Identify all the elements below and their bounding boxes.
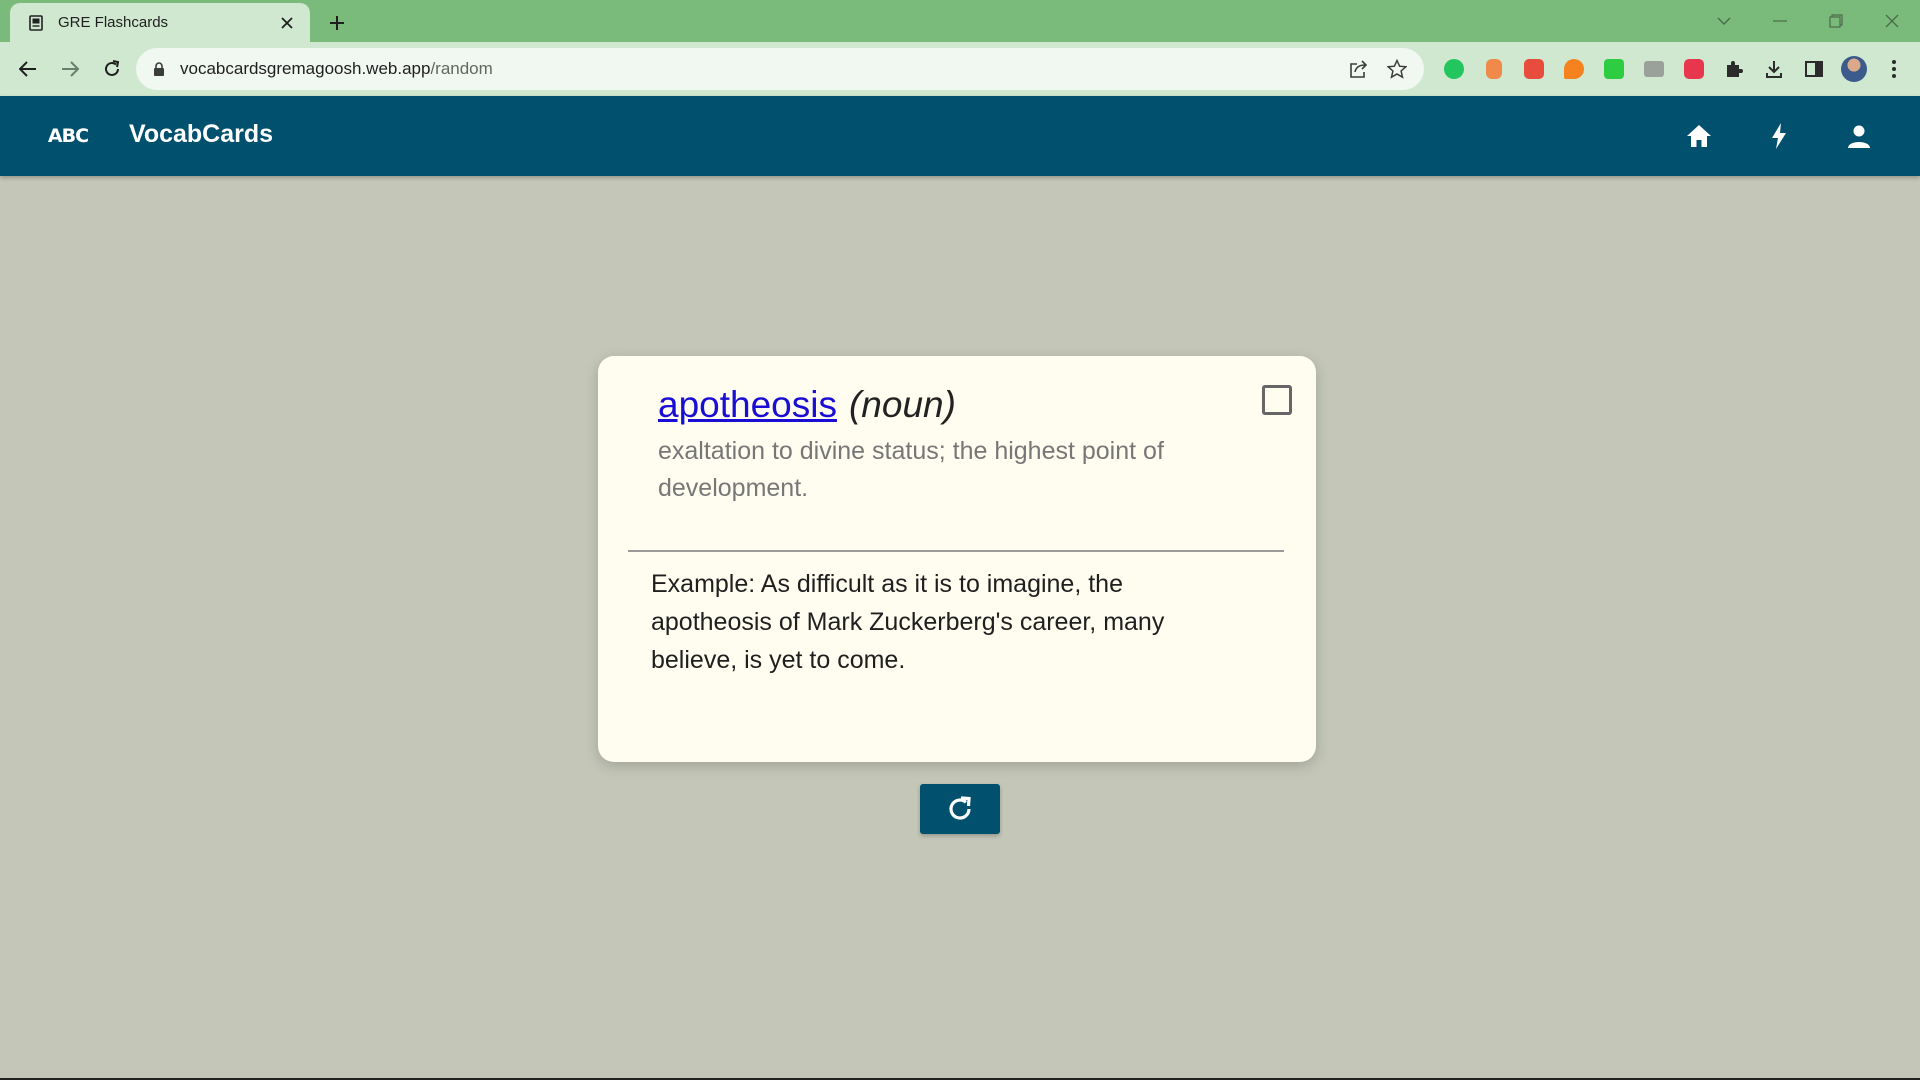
extensions-bar: [1434, 51, 1914, 87]
close-tab-icon[interactable]: [276, 12, 298, 34]
example-text: Example: As difficult as it is to imagin…: [651, 570, 1165, 674]
extension-4[interactable]: [1554, 51, 1594, 87]
browser-toolbar: vocabcardsgremagoosh.web.app/random: [0, 42, 1920, 96]
close-window-button[interactable]: [1864, 0, 1920, 42]
person-icon[interactable]: [1837, 114, 1881, 158]
known-checkbox[interactable]: [1262, 385, 1292, 415]
minimize-button[interactable]: [1752, 0, 1808, 42]
part-of-speech: (noun): [848, 384, 956, 425]
share-icon[interactable]: [1340, 50, 1378, 88]
browser-tab[interactable]: GRE Flashcards: [10, 3, 310, 42]
browser-tabstrip: GRE Flashcards: [0, 0, 1920, 42]
refresh-icon: [946, 795, 974, 823]
url-host: vocabcardsgremagoosh.web.app: [180, 59, 431, 78]
forward-arrow-icon[interactable]: [50, 49, 90, 89]
browser-menu-icon[interactable]: [1874, 51, 1914, 87]
divider: [628, 550, 1284, 552]
red-grid-extension-icon: [1684, 59, 1704, 79]
green-extension-icon: [1444, 59, 1464, 79]
bookmark-star-icon[interactable]: [1378, 50, 1416, 88]
reload-icon[interactable]: [92, 49, 132, 89]
flashcard-favicon-icon: [28, 14, 44, 31]
flashcard: apotheosis (noun) exaltation to divine s…: [598, 356, 1316, 762]
extensions-puzzle-icon[interactable]: [1714, 51, 1754, 87]
new-tab-button[interactable]: [322, 8, 352, 38]
word-link[interactable]: apotheosis: [658, 384, 837, 426]
lightning-bolt-icon[interactable]: [1757, 114, 1801, 158]
url-text[interactable]: vocabcardsgremagoosh.web.app/random: [180, 59, 1340, 79]
definition-text: exaltation to divine status; the highest…: [658, 437, 1164, 502]
extension-5[interactable]: [1594, 51, 1634, 87]
back-arrow-icon[interactable]: [8, 49, 48, 89]
tab-search-icon[interactable]: [1696, 0, 1752, 42]
url-path: /random: [430, 59, 493, 78]
extension-6[interactable]: [1634, 51, 1674, 87]
app-title[interactable]: VocabCards: [129, 120, 273, 149]
app-header: ABC VocabCards: [0, 96, 1920, 176]
extension-7[interactable]: [1674, 51, 1714, 87]
home-icon[interactable]: [1677, 114, 1721, 158]
address-bar[interactable]: vocabcardsgremagoosh.web.app/random: [136, 48, 1424, 90]
green-lock-extension-icon: [1604, 59, 1624, 79]
side-panel-icon[interactable]: [1794, 51, 1834, 87]
orange-drops-extension-icon: [1564, 59, 1584, 79]
avatar: [1841, 56, 1867, 82]
download-icon[interactable]: [1754, 51, 1794, 87]
restore-button[interactable]: [1808, 0, 1864, 42]
word-heading: apotheosis (noun): [658, 384, 956, 426]
extension-3[interactable]: [1514, 51, 1554, 87]
refresh-button[interactable]: [920, 784, 1000, 834]
profile-avatar[interactable]: [1834, 51, 1874, 87]
extension-1[interactable]: [1434, 51, 1474, 87]
red-square-extension-icon: [1524, 59, 1544, 79]
orange-jar-extension-icon: [1486, 59, 1502, 79]
grey-mail-extension-icon: [1644, 61, 1664, 77]
extension-2[interactable]: [1474, 51, 1514, 87]
abc-logo-icon[interactable]: ABC: [44, 118, 92, 154]
lock-icon[interactable]: [150, 60, 168, 78]
window-controls: [1696, 0, 1920, 42]
tab-title: GRE Flashcards: [58, 14, 169, 31]
